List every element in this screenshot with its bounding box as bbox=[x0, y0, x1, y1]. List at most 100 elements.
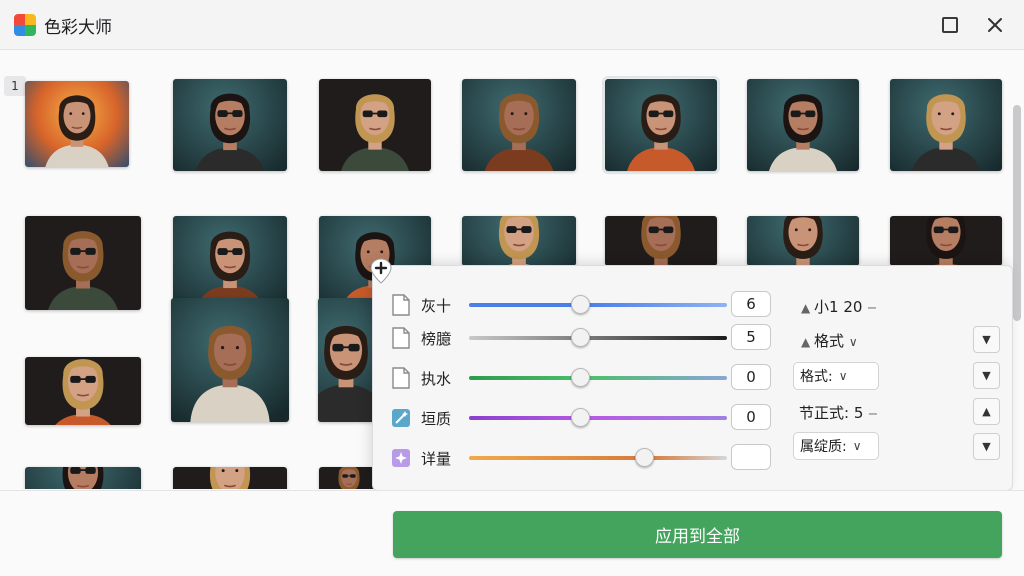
slider-thumb[interactable] bbox=[570, 328, 590, 347]
chevron-down-icon: ∨ bbox=[852, 439, 862, 453]
photo-image bbox=[173, 216, 287, 310]
photo-image bbox=[462, 216, 576, 266]
photo-thumbnail[interactable] bbox=[319, 79, 431, 171]
adjustment-row: 榜臆 5 bbox=[373, 323, 1013, 353]
photo-image bbox=[890, 216, 1002, 266]
format-select[interactable]: 格式: ∨ bbox=[793, 362, 879, 390]
photo-thumbnail[interactable] bbox=[173, 79, 287, 171]
index-badge: 1 bbox=[4, 76, 26, 96]
slider-value-field[interactable]: 0 bbox=[731, 364, 771, 390]
app-window: 色彩大师 1 灰十 6 榜臆 5 执水 0 垣质 0 详量 ▲ 小1 20 ‒ … bbox=[0, 0, 1024, 576]
slider-label: 灰十 bbox=[421, 297, 452, 315]
photo-thumbnail[interactable] bbox=[890, 216, 1002, 266]
sparkle-icon bbox=[391, 447, 411, 469]
photo-thumbnail[interactable] bbox=[602, 76, 720, 174]
photo-thumbnail[interactable] bbox=[605, 216, 717, 266]
slider-track[interactable] bbox=[469, 336, 727, 340]
photo-image bbox=[171, 298, 289, 422]
slider-label: 详量 bbox=[421, 450, 452, 468]
slider-thumb[interactable] bbox=[570, 408, 590, 427]
photo-image bbox=[747, 79, 859, 171]
photo-thumbnail[interactable] bbox=[462, 79, 576, 171]
triangle-up-icon: ▲ bbox=[982, 405, 991, 418]
photo-image bbox=[318, 298, 374, 422]
chevron-down-icon: ∨ bbox=[848, 335, 858, 349]
close-icon bbox=[988, 18, 1002, 32]
photo-image bbox=[25, 357, 141, 425]
photo-image bbox=[747, 216, 859, 266]
slider-track[interactable] bbox=[469, 456, 727, 460]
photo-thumbnail[interactable] bbox=[25, 81, 129, 167]
slider-thumb[interactable] bbox=[570, 295, 590, 314]
photo-thumbnail[interactable] bbox=[462, 216, 576, 266]
slider-value-field[interactable]: 6 bbox=[731, 291, 771, 317]
close-button[interactable] bbox=[982, 12, 1008, 38]
adjustment-panel: 灰十 6 榜臆 5 执水 0 垣质 0 详量 ▲ 小1 20 ‒ ▲ 格式 ∨ 格式: ∨ 节正… bbox=[372, 265, 1013, 491]
photo-thumbnail[interactable] bbox=[25, 216, 141, 310]
slider-thumb[interactable] bbox=[635, 448, 655, 467]
triangle-down-icon: ▼ bbox=[982, 333, 991, 346]
wand-icon bbox=[391, 407, 411, 429]
slider-label: 榜臆 bbox=[421, 330, 452, 348]
photo-thumbnail[interactable] bbox=[171, 298, 289, 422]
maximize-button[interactable] bbox=[937, 12, 963, 38]
quality-select[interactable]: 属绽质: ∨ bbox=[793, 432, 879, 460]
adjustment-row: 详量 bbox=[373, 443, 1013, 473]
slider-thumb[interactable] bbox=[570, 368, 590, 387]
photo-image bbox=[25, 216, 141, 310]
photo-image bbox=[605, 79, 717, 171]
step-up-button[interactable]: ▲ bbox=[973, 398, 1000, 425]
photo-image bbox=[25, 467, 141, 489]
maximize-icon bbox=[942, 17, 958, 33]
photo-thumbnail[interactable] bbox=[173, 216, 287, 310]
photo-image bbox=[173, 467, 287, 489]
app-title: 色彩大师 bbox=[44, 18, 112, 38]
dropdown-button-3[interactable]: ▼ bbox=[973, 433, 1000, 460]
size-icon: ▲ bbox=[801, 301, 815, 315]
title-bar: 色彩大师 bbox=[0, 0, 1024, 50]
apply-to-all-button[interactable]: 应用到全部 bbox=[393, 511, 1002, 558]
photo-thumbnail[interactable] bbox=[25, 467, 141, 489]
photo-thumbnail[interactable] bbox=[25, 357, 141, 425]
triangle-down-icon: ▼ bbox=[982, 440, 991, 453]
slider-track[interactable] bbox=[469, 416, 727, 420]
dropdown-button-2[interactable]: ▼ bbox=[973, 362, 1000, 389]
app-logo-icon bbox=[14, 14, 36, 36]
document-icon bbox=[391, 327, 411, 349]
slider-value-field[interactable] bbox=[731, 444, 771, 470]
slider-track[interactable] bbox=[469, 376, 727, 380]
adjustment-row: 垣质 0 bbox=[373, 403, 1013, 433]
format-menu[interactable]: ▲ 格式 ∨ bbox=[801, 330, 858, 351]
slider-value-field[interactable]: 5 bbox=[731, 324, 771, 350]
document-icon bbox=[391, 367, 411, 389]
photo-image bbox=[605, 216, 717, 266]
photo-thumbnail[interactable] bbox=[747, 216, 859, 266]
photo-image bbox=[462, 79, 576, 171]
slider-label: 执水 bbox=[421, 370, 452, 388]
photo-thumbnail[interactable] bbox=[319, 467, 379, 489]
dropdown-button-1[interactable]: ▼ bbox=[973, 326, 1000, 353]
size-readout: ▲ 小1 20 ‒ bbox=[801, 298, 877, 316]
section-readout: 节正式: 5 ‒ bbox=[799, 404, 878, 422]
slider-value-field[interactable]: 0 bbox=[731, 404, 771, 430]
format-icon: ▲ bbox=[801, 335, 815, 349]
footer-bar: 应用到全部 bbox=[0, 490, 1024, 576]
photo-image bbox=[319, 467, 379, 489]
photo-thumbnail[interactable] bbox=[890, 79, 1002, 171]
photo-image bbox=[319, 79, 431, 171]
photo-thumbnail[interactable] bbox=[173, 467, 287, 489]
pin-icon bbox=[370, 258, 392, 284]
photo-image bbox=[25, 81, 129, 167]
document-icon bbox=[391, 294, 411, 316]
slider-label: 垣质 bbox=[421, 410, 452, 428]
photo-thumbnail[interactable] bbox=[747, 79, 859, 171]
photo-image bbox=[173, 79, 287, 171]
triangle-down-icon: ▼ bbox=[982, 369, 991, 382]
photo-image bbox=[890, 79, 1002, 171]
adjustment-row: 灰十 6 bbox=[373, 290, 1013, 320]
adjustment-row: 执水 0 bbox=[373, 363, 1013, 393]
vertical-scrollbar[interactable] bbox=[1013, 105, 1021, 321]
chevron-down-icon: ∨ bbox=[838, 369, 848, 383]
slider-track[interactable] bbox=[469, 303, 727, 307]
photo-thumbnail[interactable] bbox=[318, 298, 374, 422]
